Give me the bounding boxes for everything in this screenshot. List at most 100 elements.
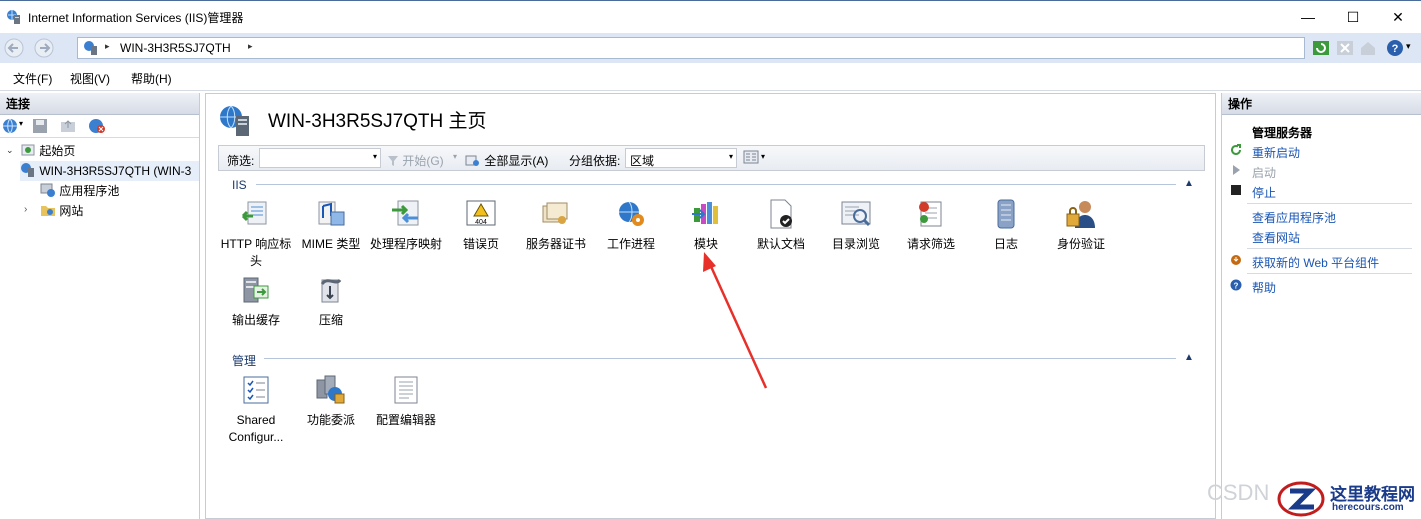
feature-handler-mappings[interactable]: 处理程序映射 (368, 198, 444, 253)
error-pages-icon: 404 (465, 198, 497, 230)
close-button[interactable]: ✕ (1375, 1, 1421, 33)
feature-label: 日志 (993, 237, 1018, 251)
action-start[interactable]: 启动 (1252, 164, 1276, 181)
section-collapse-iis-icon[interactable]: ▲ (1184, 178, 1194, 189)
disconnect-icon[interactable] (88, 118, 106, 134)
minimize-button[interactable]: — (1285, 1, 1331, 33)
feature-logging[interactable]: 日志 (968, 198, 1044, 253)
tree-label-server: WIN-3H3R5SJ7QTH (WIN-3 (39, 164, 192, 178)
action-help[interactable]: 帮助 (1252, 279, 1276, 296)
help-dropdown-icon[interactable]: ▾ (1406, 41, 1411, 52)
feature-label: 输出缓存 (231, 313, 280, 327)
sites-folder-icon (41, 206, 55, 216)
tree-item-start-page[interactable]: 起始页 (20, 141, 75, 161)
forward-button[interactable] (32, 38, 56, 60)
section-title-management: 管理 (232, 354, 257, 368)
shared-configuration-icon (240, 374, 272, 406)
section-collapse-management-icon[interactable]: ▲ (1184, 352, 1194, 363)
feature-output-caching[interactable]: 输出缓存 (218, 274, 294, 329)
breadcrumb-server[interactable]: WIN-3H3R5SJ7QTH (120, 41, 231, 55)
actions-divider (1247, 273, 1412, 274)
feature-shared-configuration[interactable]: Shared Configur... (218, 374, 294, 446)
svg-text:404: 404 (475, 219, 487, 226)
feature-http-response-headers[interactable]: HTTP 响应标头 (218, 198, 294, 270)
request-filtering-icon (915, 198, 947, 230)
feature-worker-processes[interactable]: 工作进程 (593, 198, 669, 253)
server-certificates-icon (540, 198, 572, 230)
section-divider-iis (256, 184, 1176, 185)
filter-dropdown-icon[interactable]: ▾ (373, 152, 377, 161)
connect-globe-icon[interactable] (2, 118, 18, 134)
feature-feature-delegation[interactable]: 功能委派 (293, 374, 369, 429)
tree-item-app-pools[interactable]: 应用程序池 (40, 181, 119, 201)
back-button[interactable] (2, 38, 26, 60)
site-url: herecours.com (1332, 502, 1404, 513)
connect-dropdown-icon[interactable]: ▾ (19, 119, 23, 128)
action-stop[interactable]: 停止 (1252, 184, 1276, 201)
group-by-select[interactable]: 区域 ▾ (625, 148, 737, 168)
server-icon (84, 41, 97, 55)
feature-error-pages[interactable]: 404 错误页 (443, 198, 519, 253)
site-logo-icon (1277, 481, 1325, 517)
filter-go-dropdown-icon[interactable]: ▾ (453, 152, 457, 161)
site-watermark: 这里教程网 herecours.com (1272, 478, 1421, 519)
feature-label: Shared Configur... (228, 413, 284, 444)
home-icon[interactable] (1359, 39, 1377, 57)
back-arrow-icon (4, 38, 24, 58)
actions-group-title: 管理服务器 (1252, 126, 1313, 140)
save-icon[interactable] (32, 118, 48, 134)
logging-icon (990, 198, 1022, 230)
output-caching-icon (240, 274, 272, 306)
connections-toolbar: ▾ (0, 115, 199, 138)
breadcrumb-separator-end[interactable]: ▸ (248, 41, 253, 52)
feature-compression[interactable]: 压缩 (293, 274, 369, 329)
stop-icon[interactable] (1336, 39, 1354, 57)
feature-request-filtering[interactable]: 请求筛选 (893, 198, 969, 253)
collapse-chevron-icon[interactable]: ⌄ (6, 145, 14, 156)
feature-server-certificates[interactable]: 服务器证书 (518, 198, 594, 253)
start-page-icon (21, 144, 35, 156)
section-title-iis: IIS (232, 178, 247, 192)
filter-go-button[interactable]: 开始(G) (387, 152, 444, 169)
filter-input[interactable]: ▾ (259, 148, 381, 168)
help-action-icon: ? (1230, 279, 1242, 291)
action-view-sites[interactable]: 查看网站 (1252, 229, 1300, 246)
modules-icon (690, 198, 722, 230)
up-level-icon[interactable] (60, 118, 76, 134)
actions-divider (1247, 203, 1412, 204)
feature-default-document[interactable]: 默认文档 (743, 198, 819, 253)
authentication-icon (1065, 198, 1097, 230)
action-view-app-pools[interactable]: 查看应用程序池 (1252, 209, 1336, 226)
menu-view[interactable]: 视图(V) (70, 70, 110, 87)
filter-label: 筛选: (227, 154, 255, 168)
section-divider-management (264, 358, 1176, 359)
group-by-dropdown-icon[interactable]: ▾ (729, 152, 733, 161)
feature-authentication[interactable]: 身份验证 (1043, 198, 1119, 253)
tree-item-sites[interactable]: 网站 (40, 201, 83, 221)
feature-directory-browsing[interactable]: 目录浏览 (818, 198, 894, 253)
maximize-button[interactable]: ☐ (1330, 1, 1376, 33)
tree-item-server[interactable]: WIN-3H3R5SJ7QTH (WIN-3 (20, 161, 199, 181)
menu-file[interactable]: 文件(F) (13, 70, 52, 87)
web-platform-icon (1231, 255, 1241, 265)
refresh-icon[interactable] (1312, 39, 1330, 57)
feature-mime-types[interactable]: MIME 类型 (293, 198, 369, 253)
connections-header: 连接 (0, 93, 199, 115)
address-box[interactable]: ▸ WIN-3H3R5SJ7QTH ▸ (77, 37, 1305, 59)
action-restart[interactable]: 重新启动 (1252, 144, 1300, 161)
page-title: WIN-3H3R5SJ7QTH 主页 (268, 111, 487, 132)
filter-go-label: 开始(G) (402, 154, 444, 168)
view-mode-dropdown-icon[interactable]: ▾ (761, 152, 765, 161)
svg-text:?: ? (1234, 282, 1239, 291)
feature-modules[interactable]: 模块 (668, 198, 744, 253)
server-home-icon (220, 105, 249, 136)
feature-configuration-editor[interactable]: 配置编辑器 (368, 374, 444, 429)
view-mode-button[interactable] (743, 150, 761, 167)
svg-text:?: ? (1392, 43, 1399, 55)
menu-help[interactable]: 帮助(H) (131, 70, 172, 87)
action-get-web-platform[interactable]: 获取新的 Web 平台组件 (1252, 254, 1379, 271)
show-all-button[interactable]: 全部显示(A) (465, 152, 548, 169)
start-icon (1233, 165, 1240, 175)
expand-chevron-icon[interactable]: › (24, 204, 27, 215)
help-icon[interactable]: ? (1386, 39, 1404, 57)
